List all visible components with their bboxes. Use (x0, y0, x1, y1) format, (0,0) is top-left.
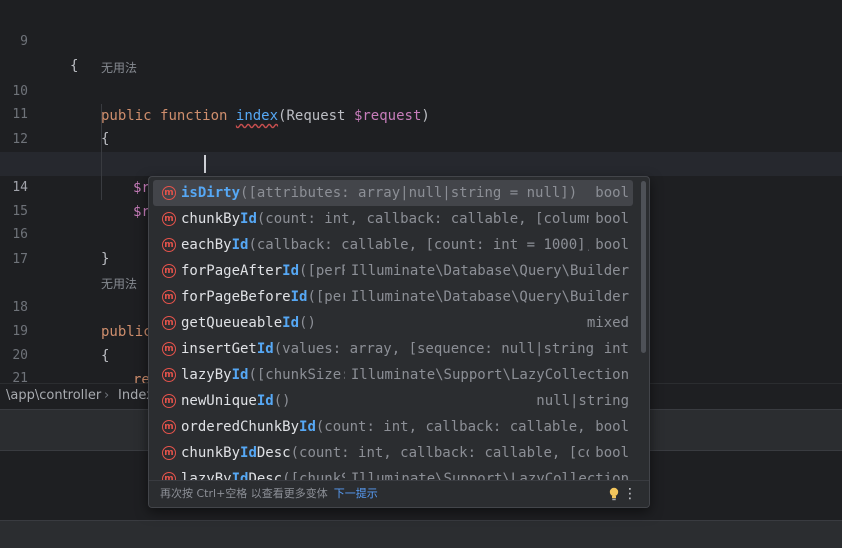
completion-item[interactable]: m chunkById(count: int, callback: callab… (153, 206, 633, 232)
item-return-type: bool (589, 414, 629, 440)
method-icon: m (162, 290, 176, 304)
item-name-match: Id (256, 393, 274, 409)
method-icon: m (162, 212, 176, 226)
item-return-type: int (597, 336, 629, 362)
code-line-14[interactable]: 14 $row->id (0, 152, 842, 220)
code-line-11[interactable]: 11 { (0, 79, 842, 147)
footer-text: 再次按 Ctrl+空格 以查看更多变体 (160, 487, 328, 500)
indent-guide (101, 104, 102, 200)
footer-hint: 再次按 Ctrl+空格 以查看更多变体 下一提示 (160, 481, 378, 507)
item-signature: (values: array, [sequence: null|string =… (273, 341, 620, 357)
item-signature: (count: int, callback: callable, [col… (290, 445, 611, 461)
item-return-type: Illuminate\Support\LazyCollection (344, 362, 629, 388)
item-name-suffix: Desc (256, 445, 291, 461)
item-name-match: Id (282, 263, 300, 279)
item-name-match: Id (282, 315, 300, 331)
completion-item[interactable]: m forPageAfterId([perPa… Illuminate\Data… (153, 258, 633, 284)
method-icon: m (162, 264, 176, 278)
code-line-13[interactable]: 13 $row = Users::where(['id'=>1])->first… (0, 128, 842, 196)
method-icon: m (162, 420, 176, 434)
item-name-match: Id (240, 445, 257, 461)
next-tip-link[interactable]: 下一提示 (334, 487, 378, 500)
status-bar (0, 520, 842, 548)
item-name-prefix: forPageAfter (181, 263, 283, 279)
item-return-type: mixed (580, 310, 629, 336)
item-name-match: Id (290, 289, 308, 305)
item-signature: () (299, 315, 316, 331)
item-return-type: null|string (530, 388, 629, 414)
item-return-type: bool (589, 440, 629, 466)
item-name-prefix: newUnique (181, 393, 257, 409)
text-caret (204, 155, 206, 173)
item-signature: ([attributes: array|null|string = null]) (240, 185, 578, 201)
item-return-type: Illuminate\Database\Query\Builder (344, 284, 629, 310)
method-icon: m (162, 342, 176, 356)
item-name-prefix: getQueueable (181, 315, 283, 331)
item-return-type: bool (589, 232, 629, 258)
method-icon: m (162, 394, 176, 408)
method-icon: m (162, 368, 176, 382)
item-name-prefix: chunkBy (181, 445, 241, 461)
completion-list[interactable]: m isDirty([attributes: array|null|string… (149, 180, 637, 482)
completion-item[interactable]: m lazyById([chunkSize: … Illuminate\Supp… (153, 362, 633, 388)
completion-item[interactable]: m insertGetId(values: array, [sequence: … (153, 336, 633, 362)
completion-item[interactable]: m getQueueableId() mixed (153, 310, 633, 336)
item-signature: (callback: callable, [count: int = 1000]… (248, 237, 611, 253)
item-name-match: Id (256, 341, 274, 357)
item-return-type: bool (589, 180, 629, 206)
method-icon: m (162, 186, 176, 200)
item-name-prefix: is (181, 185, 198, 201)
item-name-prefix: orderedChunkBy (181, 419, 300, 435)
code-line-9[interactable]: 9 { (0, 6, 842, 74)
code-line-10[interactable]: 10 public function index(Request $reques… (0, 56, 842, 124)
breadcrumb-separator: › (104, 388, 110, 403)
item-name-prefix: chunkBy (181, 211, 241, 227)
method-icon: m (162, 316, 176, 330)
item-name-suffix: irty (206, 185, 241, 201)
completion-scrollbar[interactable] (641, 181, 646, 353)
method-icon: m (162, 238, 176, 252)
item-name-match: Id (240, 211, 257, 227)
method-icon: m (162, 446, 176, 460)
breadcrumb-path[interactable]: \app\controller (6, 384, 101, 408)
item-signature: () (273, 393, 291, 409)
completion-item[interactable]: m forPageBeforeId([perP… Illuminate\Data… (153, 284, 633, 310)
lightbulb-icon[interactable] (609, 487, 619, 501)
item-return-type: bool (589, 206, 629, 232)
completion-footer: 再次按 Ctrl+空格 以查看更多变体 下一提示 ⋮ (149, 480, 649, 507)
usage-hint-row: 无用法 (0, 32, 842, 75)
item-return-type: Illuminate\Database\Query\Builder (344, 258, 629, 284)
item-name-prefix: eachBy (181, 237, 232, 253)
item-signature: (count: int, callback: callable, [column… (256, 211, 611, 227)
completion-item[interactable]: m orderedChunkById(count: int, callback:… (153, 414, 633, 440)
completion-item[interactable]: m isDirty([attributes: array|null|string… (153, 180, 633, 206)
item-signature: (count: int, callback: callable, [… (315, 419, 611, 435)
completion-item[interactable]: m newUniqueId() null|string (153, 388, 633, 414)
item-name-prefix: insertGet (181, 341, 257, 357)
completion-item[interactable]: m chunkByIdDesc(count: int, callback: ca… (153, 440, 633, 466)
item-name-match: Id (299, 419, 316, 435)
more-options-icon[interactable]: ⋮ (623, 481, 637, 507)
code-line-12[interactable]: 12 (0, 104, 842, 147)
item-name-prefix: forPageBefore (181, 289, 291, 305)
completion-popup[interactable]: m isDirty([attributes: array|null|string… (148, 176, 650, 508)
item-name-match: Id (231, 237, 249, 253)
item-name-match: Id (231, 367, 249, 383)
completion-item[interactable]: m eachById(callback: callable, [count: i… (153, 232, 633, 258)
item-name-prefix: lazyBy (181, 367, 232, 383)
